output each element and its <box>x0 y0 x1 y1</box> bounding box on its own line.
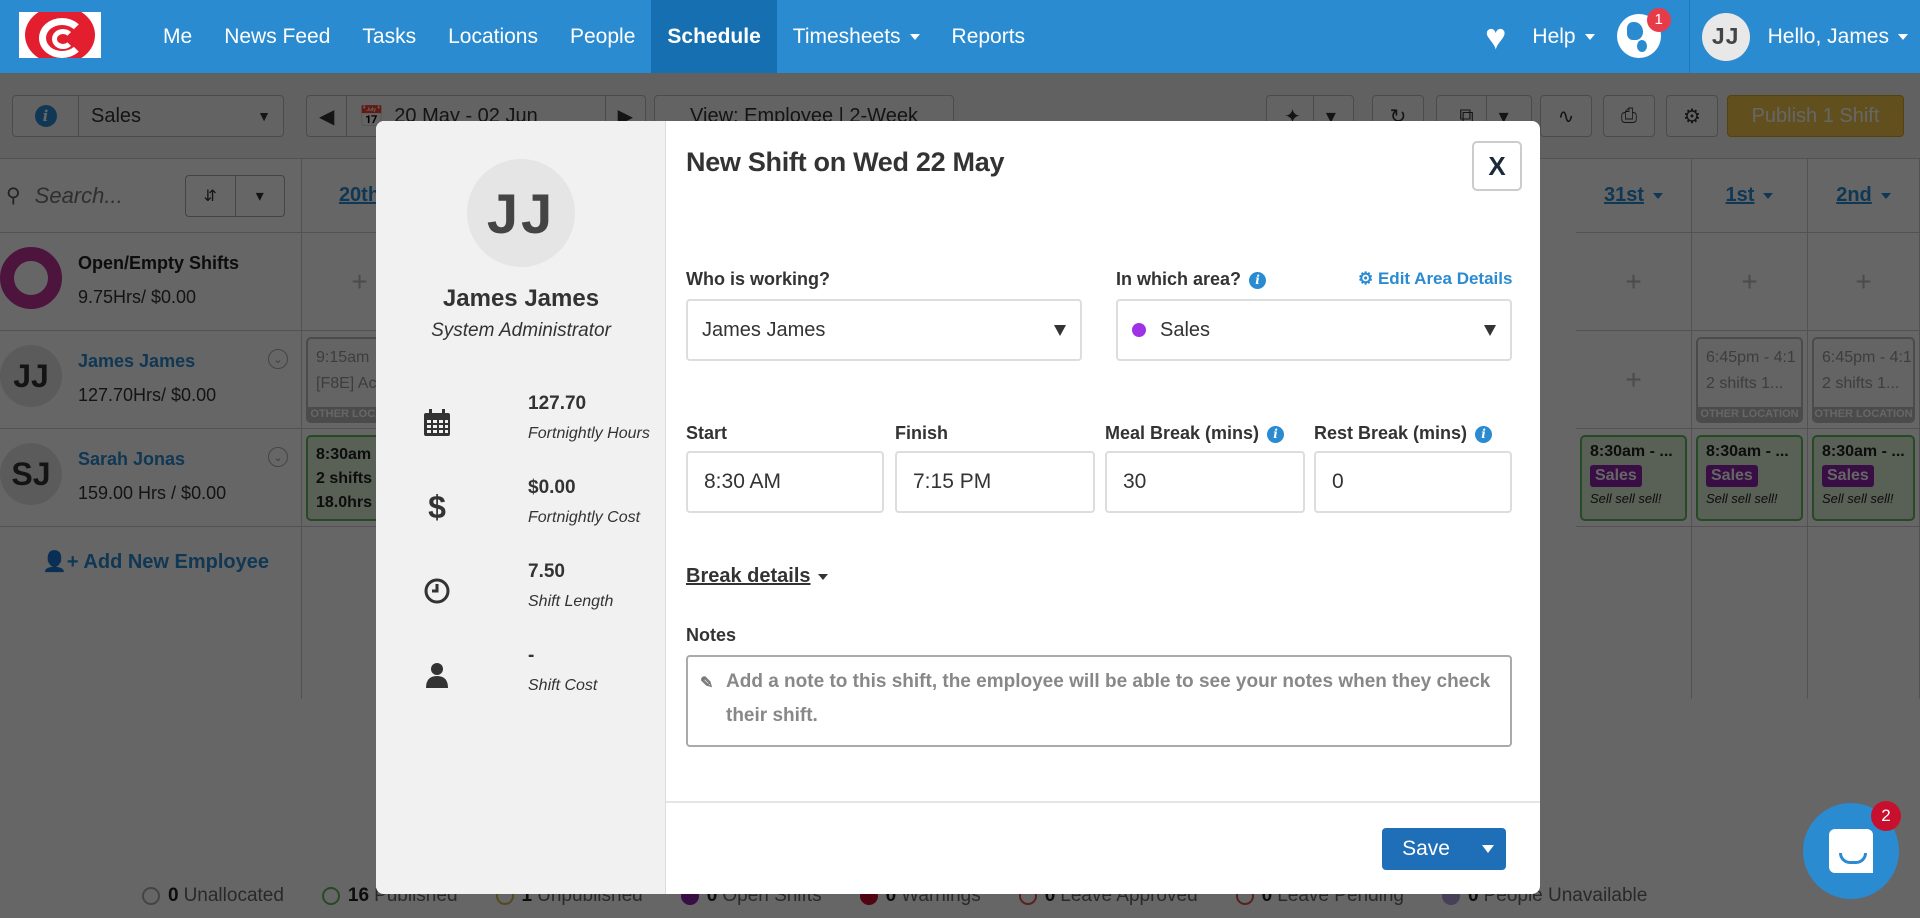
employee-role: System Administrator <box>431 320 611 341</box>
nav-item-timesheets[interactable]: Timesheets <box>777 0 936 73</box>
stat-fortnightly-hours: 127.70 Fortnightly Hours <box>422 393 652 463</box>
stat-label: Shift Length <box>528 593 614 610</box>
stat-label: Shift Cost <box>528 677 598 694</box>
clock-icon <box>422 575 452 607</box>
dollar-icon: $ <box>428 488 446 525</box>
chat-icon <box>1829 829 1873 873</box>
area-select[interactable]: Sales <box>1116 299 1512 361</box>
area-color-dot <box>1132 323 1146 337</box>
top-navigation: Me News Feed Tasks Locations People Sche… <box>0 0 1920 73</box>
info-icon[interactable]: i <box>1249 271 1267 289</box>
nav-right: ♥ Help 1 JJ Hello, James <box>1485 0 1920 73</box>
nav-menu: Me News Feed Tasks Locations People Sche… <box>147 0 1041 73</box>
shift-form: New Shift on Wed 22 May X Who is working… <box>666 121 1540 894</box>
stat-label: Fortnightly Cost <box>528 509 641 526</box>
meal-break-input[interactable]: 30 <box>1105 451 1305 513</box>
gear-icon: ⚙ <box>1358 269 1378 288</box>
chevron-down-icon <box>1054 325 1066 336</box>
employee-select-value: James James <box>702 318 826 341</box>
break-details-label: Break details <box>686 565 811 587</box>
save-button[interactable]: Save <box>1382 828 1470 870</box>
notes-label: Notes <box>686 625 737 645</box>
nav-item-schedule[interactable]: Schedule <box>651 0 777 73</box>
nav-item-timesheets-label: Timesheets <box>792 24 901 48</box>
area-label-text: In which area? <box>1116 269 1242 289</box>
employee-summary-panel: JJ James James System Administrator 127.… <box>376 121 666 894</box>
area-select-value: Sales <box>1160 318 1211 341</box>
notification-badge: 1 <box>1646 7 1671 32</box>
finish-label: Finish <box>895 423 948 443</box>
stat-value: 127.70 <box>528 393 587 414</box>
notes-textarea[interactable]: ✎ Add a note to this shift, the employee… <box>686 655 1512 747</box>
area-label: In which area? i <box>1116 269 1267 290</box>
notifications-button[interactable]: 1 <box>1616 7 1671 60</box>
chevron-down-icon <box>817 573 828 580</box>
stat-value: - <box>528 645 535 666</box>
heart-icon[interactable]: ♥ <box>1485 16 1506 58</box>
nav-item-news-feed[interactable]: News Feed <box>208 0 346 73</box>
nav-item-tasks[interactable]: Tasks <box>346 0 432 73</box>
footer-divider <box>666 801 1540 803</box>
meal-break-label: Meal Break (mins) i <box>1105 423 1285 444</box>
info-icon[interactable]: i <box>1267 425 1285 443</box>
chevron-down-icon <box>1484 325 1496 336</box>
greeting-label: Hello, James <box>1767 24 1889 48</box>
rest-break-label-text: Rest Break (mins) <box>1314 423 1468 443</box>
info-icon[interactable]: i <box>1475 425 1493 443</box>
stat-value: $0.00 <box>528 477 576 498</box>
help-menu[interactable]: Help <box>1532 24 1595 49</box>
nav-divider <box>1688 0 1690 73</box>
stat-shift-cost: - Shift Cost <box>422 645 652 715</box>
start-label: Start <box>686 423 728 443</box>
new-shift-modal: JJ James James System Administrator 127.… <box>376 121 1540 894</box>
stat-shift-length: 7.50 Shift Length <box>422 561 652 631</box>
app-logo[interactable] <box>19 12 101 58</box>
chevron-down-icon <box>1898 33 1908 40</box>
save-options-button[interactable] <box>1470 828 1506 870</box>
user-icon <box>422 659 452 691</box>
stat-fortnightly-cost: $ $0.00 Fortnightly Cost <box>422 477 652 547</box>
help-label: Help <box>1532 24 1576 48</box>
nav-item-me[interactable]: Me <box>147 0 208 73</box>
start-time-input[interactable]: 8:30 AM <box>686 451 884 513</box>
nav-item-locations[interactable]: Locations <box>432 0 554 73</box>
chevron-down-icon <box>1482 845 1494 853</box>
user-avatar[interactable]: JJ <box>1701 12 1750 61</box>
nav-item-reports[interactable]: Reports <box>936 0 1042 73</box>
meal-break-label-text: Meal Break (mins) <box>1105 423 1260 443</box>
stat-value: 7.50 <box>528 561 565 582</box>
rest-break-label: Rest Break (mins) i <box>1314 423 1493 444</box>
close-button[interactable]: X <box>1472 141 1522 191</box>
nav-item-people[interactable]: People <box>554 0 651 73</box>
rest-break-input[interactable]: 0 <box>1314 451 1512 513</box>
employee-name: James James <box>442 285 600 312</box>
edit-area-details-link[interactable]: ⚙ Edit Area Details <box>1358 269 1512 289</box>
chat-widget-button[interactable]: 2 <box>1803 801 1901 899</box>
stat-label: Fortnightly Hours <box>528 425 650 442</box>
who-working-label: Who is working? <box>686 269 830 289</box>
edit-area-label: Edit Area Details <box>1377 269 1513 288</box>
chat-unread-badge: 2 <box>1871 801 1901 831</box>
modal-title: New Shift on Wed 22 May <box>686 147 1005 177</box>
employee-select[interactable]: James James <box>686 299 1082 361</box>
chevron-down-icon <box>1584 33 1595 40</box>
finish-time-input[interactable]: 7:15 PM <box>895 451 1095 513</box>
calendar-icon <box>422 407 452 439</box>
save-button-group: Save <box>1382 828 1506 870</box>
employee-avatar: JJ <box>467 159 575 267</box>
pencil-icon: ✎ <box>700 675 714 692</box>
chevron-down-icon <box>909 33 920 40</box>
user-menu[interactable]: Hello, James <box>1768 25 1908 49</box>
notes-placeholder: Add a note to this shift, the employee w… <box>726 671 1491 726</box>
break-details-toggle[interactable]: Break details <box>686 565 828 588</box>
